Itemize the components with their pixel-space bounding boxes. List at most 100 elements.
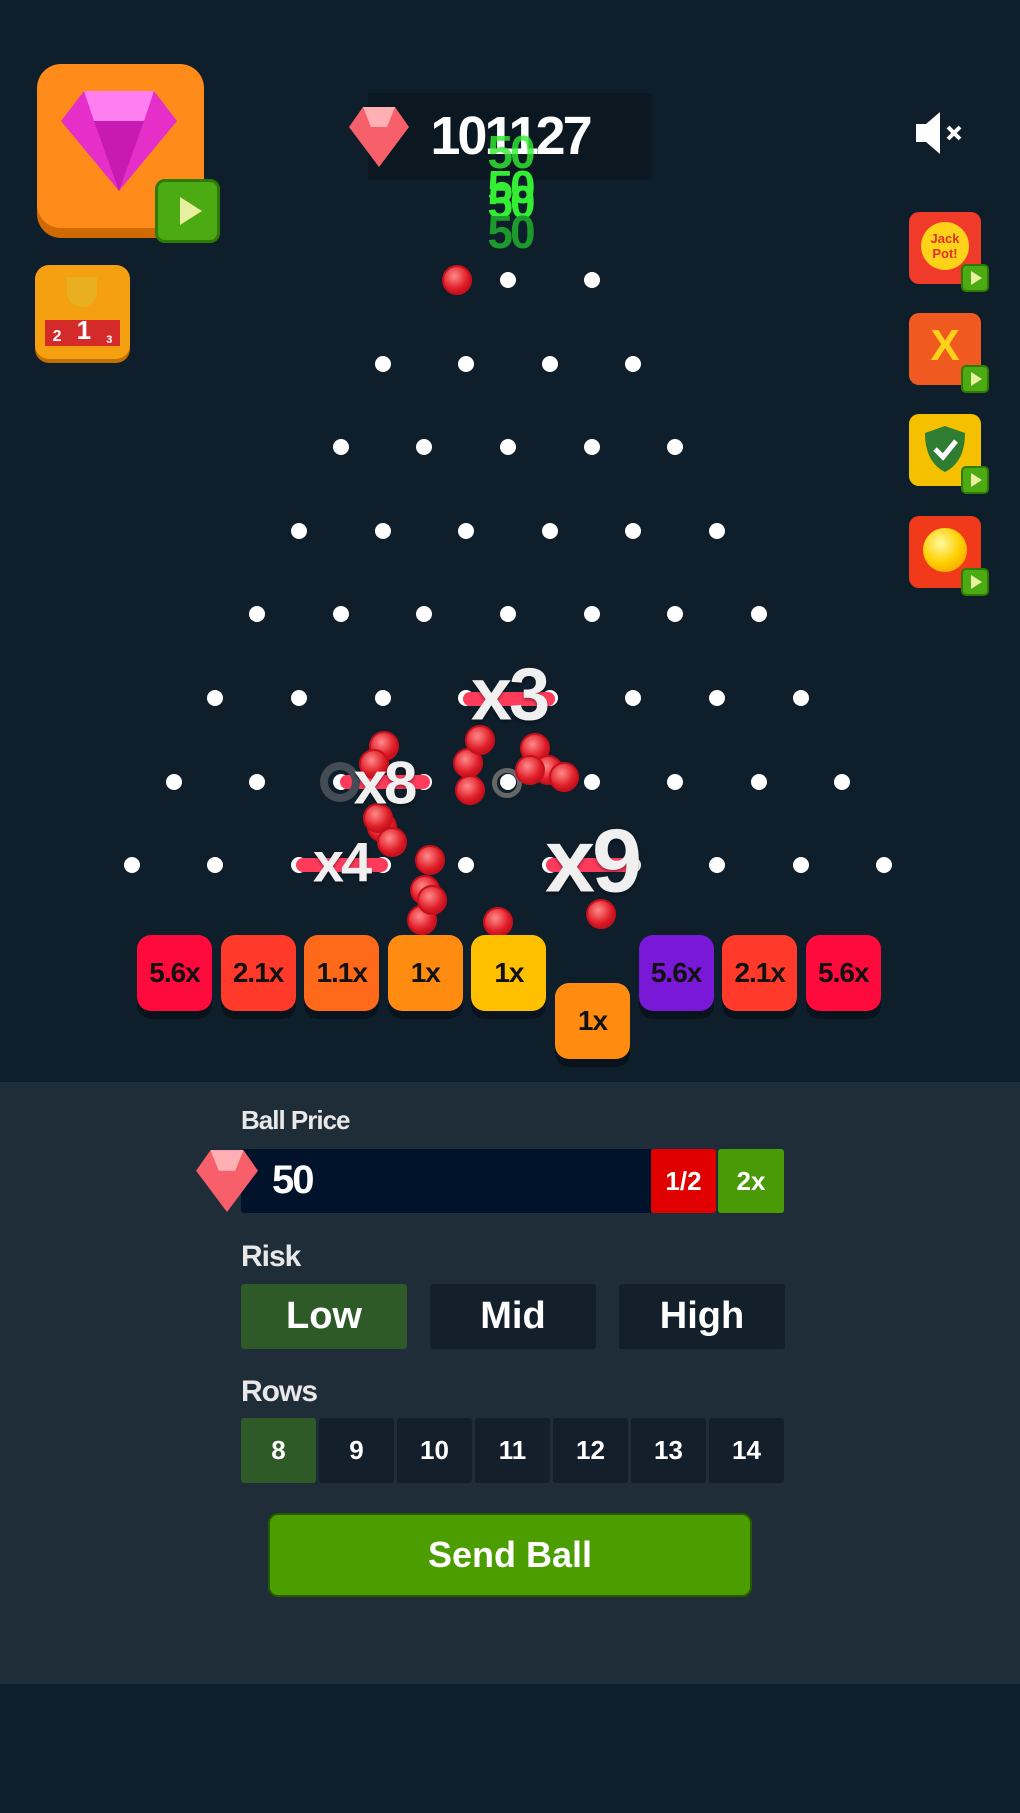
peg [249,773,266,790]
multiplier-bin: 1x [555,983,630,1059]
peg [500,272,516,288]
peg [667,439,684,456]
peg [500,439,516,456]
ruby-ball [549,762,579,792]
play-ad-icon[interactable] [961,466,989,494]
ruby-ball [442,265,472,295]
double-price-button[interactable]: 2x [718,1149,784,1213]
peg [709,857,725,874]
multiplier-x-icon: X [930,321,960,370]
multiplier-popup: x4 [312,830,372,894]
play-ad-icon[interactable] [961,264,989,292]
peg [332,439,349,456]
peg [709,522,725,539]
risk-low-button[interactable]: Low [241,1284,407,1349]
peg [165,773,182,790]
peg [750,606,767,623]
ruby-ball [483,907,513,937]
peg [876,857,893,874]
peg [667,606,684,623]
peg [583,439,600,456]
rows-option-12[interactable]: 12 [553,1418,628,1483]
multiplier-bin: 5.6x [137,935,212,1011]
floating-win: 50 [487,206,535,258]
podium-2: 2 [52,328,62,345]
play-ad-icon[interactable] [155,179,220,243]
jackpot-coin-icon: Jack Pot! [921,222,969,270]
peg [583,272,600,288]
peg [207,857,224,874]
rows-label: Rows [241,1375,318,1408]
peg [374,522,391,539]
peg [667,773,684,790]
peg [416,606,433,623]
peg [625,355,642,372]
golden-ball-icon [923,528,967,572]
half-price-button[interactable]: 1/2 [651,1149,716,1213]
golden-ball-button[interactable] [909,516,989,596]
peg [207,690,224,706]
ruby-ball [515,755,545,785]
shield-button[interactable] [909,414,989,494]
peg [332,606,349,623]
peg [792,690,809,706]
ruby-ball [417,885,447,915]
peg [374,355,391,372]
peg [458,355,475,372]
rows-option-14[interactable]: 14 [709,1418,784,1483]
peg [458,857,475,874]
peg [291,522,307,539]
peg [416,439,433,456]
multiplier-bin: 1x [387,935,463,1011]
peg [750,773,767,790]
rows-option-11[interactable]: 11 [475,1418,550,1483]
rows-option-8[interactable]: 8 [241,1418,316,1483]
peg [500,606,516,623]
peg [249,606,266,623]
free-gems-button[interactable] [37,64,220,243]
multiplier-bin: 2.1x [722,935,798,1011]
podium-3: 3 [106,334,113,346]
leaderboard-button[interactable]: 2 1 3 [35,265,130,359]
multiplier-bin: 5.6x [805,935,881,1011]
jackpot-button[interactable]: Jack Pot! [909,212,989,292]
peg [583,606,600,623]
play-ad-icon[interactable] [961,568,989,596]
risk-high-button[interactable]: High [619,1284,785,1349]
peg [625,690,642,706]
multiplier-popup: x8 [353,749,418,817]
peg [374,690,391,706]
rows-option-10[interactable]: 10 [397,1418,472,1483]
multiplier-bin: 1.1x [304,935,380,1011]
play-ad-icon[interactable] [961,365,989,393]
rows-option-13[interactable]: 13 [631,1418,706,1483]
trophy-icon [67,277,97,307]
peg [291,690,307,706]
multiplier-popup: x9 [544,811,642,912]
peg [792,857,809,874]
peg [541,355,558,372]
rows-option-9[interactable]: 9 [319,1418,394,1483]
multiplier-bin: 2.1x [220,935,296,1011]
peg [709,690,725,706]
ball-price-value: 50 [272,1158,314,1202]
peg [625,522,642,539]
risk-mid-button[interactable]: Mid [430,1284,596,1349]
ball-price-label: Ball Price [241,1105,351,1135]
peg [541,522,558,539]
ruby-ball [455,775,485,805]
red-gem-icon [196,1150,258,1212]
podium-icon: 2 1 3 [45,315,120,346]
multiplier-bin: 5.6x [638,935,714,1011]
multiplier-popup: x3 [470,652,550,736]
mute-icon[interactable] [914,110,970,156]
risk-label: Risk [241,1240,301,1273]
peg [458,522,475,539]
podium-1: 1 [76,315,92,345]
peg [123,857,140,874]
send-ball-button[interactable]: Send Ball [268,1513,752,1597]
ruby-ball [415,845,445,875]
multiplier-bin: 1x [471,935,547,1011]
peg [834,773,851,790]
multiplier-button[interactable]: X [909,313,989,393]
